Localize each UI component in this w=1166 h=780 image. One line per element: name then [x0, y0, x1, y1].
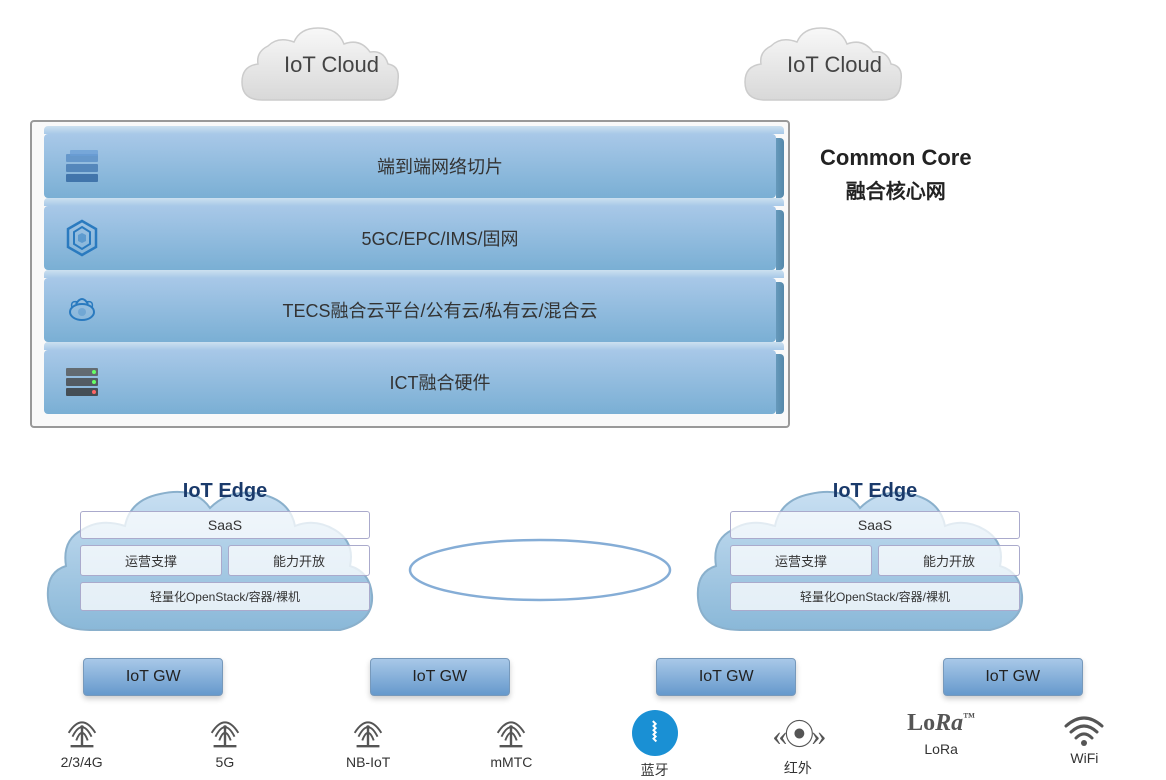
left-cloud-label: IoT Cloud [284, 52, 379, 78]
gw-box-2: IoT GW [370, 658, 510, 696]
gw-box-3: IoT GW [656, 658, 796, 696]
hexagon-icon [60, 216, 104, 260]
common-core-label: Common Core 融合核心网 [820, 145, 972, 204]
right-edge-title: IoT Edge [730, 480, 1020, 503]
core-row-tecs-text: TECS融合云平台/公有云/私有云/混合云 [120, 297, 760, 323]
core-row-ict: ICT融合硬件 [44, 350, 776, 414]
antenna-mmtc-icon [493, 710, 529, 750]
server-icon [60, 360, 104, 404]
proto-mmtc: mMTC [456, 710, 566, 770]
gw-label-4: IoT GW [985, 668, 1040, 686]
common-core-zh-text: 融合核心网 [820, 175, 972, 204]
left-edge-mid: 运营支撑 能力开放 [80, 545, 370, 576]
gw-label-1: IoT GW [126, 668, 181, 686]
core-row-ict-text: ICT融合硬件 [120, 369, 760, 395]
proto-wifi: WiFi [1029, 710, 1139, 766]
right-cloud-container: IoT Cloud [725, 10, 945, 120]
common-core-box: 端到端网络切片 5GC/EPC/IMS/固网 TECS融合云平台/公有云/私有云… [30, 120, 790, 428]
proto-5g: 5G [170, 710, 280, 770]
right-edge-bottom: 轻量化OpenStack/容器/裸机 [730, 582, 1020, 611]
bluetooth-circle: ⦚ [632, 710, 678, 756]
core-row-slice: 端到端网络切片 [44, 134, 776, 198]
lora-icon: LoRa™ [907, 710, 975, 737]
wifi-icon [1062, 710, 1106, 746]
proto-lora: LoRa™ LoRa [886, 710, 996, 757]
left-edge-bottom: 轻量化OpenStack/容器/裸机 [80, 582, 370, 611]
core-row-slice-text: 端到端网络切片 [120, 153, 760, 179]
left-cloud-container: IoT Cloud [222, 10, 442, 120]
top-clouds-section: IoT Cloud IoT Cloud [0, 0, 1166, 120]
layers-icon [60, 144, 104, 188]
gw-box-4: IoT GW [943, 658, 1083, 696]
left-edge-title: IoT Edge [80, 480, 370, 503]
proto-nbiot: NB-IoT [313, 710, 423, 770]
right-edge-cloud: IoT Edge SaaS 运营支撑 能力开放 轻量化OpenStack/容器/… [680, 430, 1050, 650]
right-edge-mid: 运营支撑 能力开放 [730, 545, 1020, 576]
right-cloud-label: IoT Cloud [787, 52, 882, 78]
common-core-en-text: Common Core [820, 145, 972, 171]
edge-connector [395, 530, 685, 610]
antenna-2g3g4g-icon [64, 710, 100, 750]
antenna-5g-icon [207, 710, 243, 750]
proto-nbiot-label: NB-IoT [346, 754, 390, 770]
gw-row: IoT GW IoT GW IoT GW IoT GW [10, 658, 1156, 696]
right-cloud-icon: IoT Cloud [735, 10, 935, 120]
gw-label-3: IoT GW [699, 668, 754, 686]
antenna-nbiot-icon [350, 710, 386, 750]
proto-bluetooth: ⦚ 蓝牙 [600, 710, 710, 780]
core-row-tecs: TECS融合云平台/公有云/私有云/混合云 [44, 278, 776, 342]
proto-2g3g4g-label: 2/3/4G [61, 754, 103, 770]
left-cloud-icon: IoT Cloud [232, 10, 432, 120]
proto-lora-label: LoRa [924, 741, 957, 757]
left-edge-cloud: IoT Edge SaaS 运营支撑 能力开放 轻量化OpenStack/容器/… [30, 430, 400, 650]
gw-label-2: IoT GW [412, 668, 467, 686]
ir-icon: «⦿» [772, 710, 823, 754]
proto-2g3g4g: 2/3/4G [27, 710, 137, 770]
proto-ir-label: 红外 [784, 758, 812, 778]
proto-ir: «⦿» 红外 [743, 710, 853, 778]
gw-box-1: IoT GW [83, 658, 223, 696]
left-edge-cap: 能力开放 [228, 545, 370, 576]
protocol-row: 2/3/4G 5G NB-IoT [10, 710, 1156, 780]
bluetooth-icon: ⦚ [652, 717, 657, 749]
core-row-5gc-text: 5GC/EPC/IMS/固网 [120, 225, 760, 251]
left-edge-saas: SaaS [80, 511, 370, 539]
proto-5g-label: 5G [216, 754, 235, 770]
right-edge-cap: 能力开放 [878, 545, 1020, 576]
left-edge-content: IoT Edge SaaS 运营支撑 能力开放 轻量化OpenStack/容器/… [80, 480, 370, 632]
left-edge-ops: 运营支撑 [80, 545, 222, 576]
right-edge-ops: 运营支撑 [730, 545, 872, 576]
proto-wifi-label: WiFi [1070, 750, 1098, 766]
proto-bluetooth-label: 蓝牙 [641, 760, 669, 780]
cloud-merge-icon [60, 288, 104, 332]
core-row-5gc: 5GC/EPC/IMS/固网 [44, 206, 776, 270]
right-edge-content: IoT Edge SaaS 运营支撑 能力开放 轻量化OpenStack/容器/… [730, 480, 1020, 632]
proto-mmtc-label: mMTC [490, 754, 532, 770]
right-edge-saas: SaaS [730, 511, 1020, 539]
